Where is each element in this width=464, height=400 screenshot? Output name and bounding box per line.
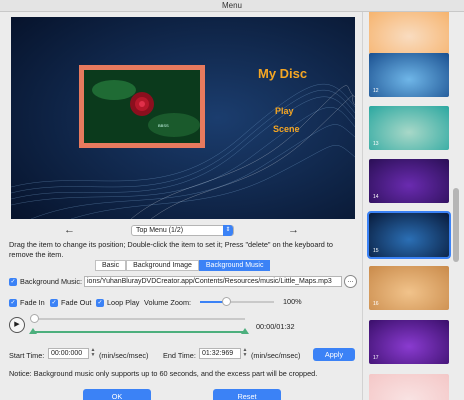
rose-image	[84, 70, 200, 143]
menu-item-play[interactable]: Play	[275, 106, 294, 116]
photo-caption: BBSS	[158, 123, 169, 128]
tab-background-music[interactable]: Background Music	[198, 260, 271, 271]
end-time-stepper[interactable]: ▲ ▼	[242, 348, 248, 359]
volume-knob[interactable]	[221, 297, 231, 306]
template-thumbnail[interactable]: 15	[367, 211, 451, 259]
template-thumbnail[interactable]: 17	[369, 320, 449, 364]
menu-preview[interactable]: BBSS My Disc Play Scene	[11, 17, 355, 219]
template-number: 13	[373, 141, 379, 147]
end-time-unit: (min/sec/msec)	[251, 351, 301, 360]
template-number: 16	[373, 301, 379, 307]
template-number: 15	[373, 248, 379, 254]
fade-in-checkbox[interactable]: ✓	[9, 298, 17, 307]
play-icon[interactable]: ▶	[9, 317, 25, 333]
menu-page-select[interactable]: Top Menu (1/2) ⇕	[131, 225, 234, 236]
title-bar: Menu	[0, 0, 464, 12]
volume-slider[interactable]	[200, 297, 274, 306]
edit-hint: Drag the item to change its position; Do…	[9, 240, 333, 259]
trim-end-handle[interactable]	[241, 328, 249, 334]
fade-in-row: ✓ Fade In	[9, 298, 45, 307]
menu-photo: BBSS	[84, 70, 200, 143]
end-time-input[interactable]: 01:32:969	[199, 348, 241, 359]
next-page-arrow-icon[interactable]: →	[288, 224, 299, 236]
template-sidebar[interactable]: 12 13 14 15 16 17	[362, 12, 464, 400]
apply-button[interactable]: Apply	[313, 348, 355, 361]
photo-frame[interactable]: BBSS	[79, 65, 205, 148]
notice-text: Notice: Background music only supports u…	[9, 369, 318, 378]
start-time-stepper[interactable]: ▲ ▼	[90, 348, 96, 359]
template-thumbnail[interactable]: 12	[369, 53, 449, 97]
trim-start-handle[interactable]	[29, 328, 37, 334]
loop-play-row: ✓ Loop Play	[96, 298, 139, 307]
fade-out-checkbox[interactable]: ✓	[50, 298, 58, 307]
select-arrow-icon: ⇕	[223, 225, 233, 236]
template-number: 12	[373, 88, 379, 94]
playback-slider[interactable]	[30, 314, 245, 323]
start-time-label: Start Time:	[9, 351, 45, 360]
menu-item-scene[interactable]: Scene	[273, 124, 300, 134]
loop-play-label: Loop Play	[107, 298, 140, 307]
main-panel: BBSS My Disc Play Scene ← Top Menu (1/2)…	[0, 12, 362, 400]
music-path-field[interactable]: ions/YuhanBlurayDVDCreator.app/Contents/…	[84, 276, 342, 287]
fade-out-row: ✓ Fade Out	[50, 298, 91, 307]
trim-range-bar[interactable]	[29, 328, 249, 334]
template-thumbnail[interactable]: 16	[369, 266, 449, 310]
volume-zoom-label: Volume Zoom:	[144, 298, 192, 307]
background-music-label: Background Music:	[20, 277, 83, 286]
ok-button[interactable]: OK	[83, 389, 151, 400]
start-time-input[interactable]: 00:00:000	[48, 348, 89, 359]
prev-page-arrow-icon[interactable]: ←	[64, 224, 75, 236]
reset-button[interactable]: Reset	[213, 389, 281, 400]
template-number: 14	[373, 194, 379, 200]
window-title: Menu	[221, 1, 242, 10]
template-number: 17	[373, 355, 379, 361]
fade-in-label: Fade In	[20, 298, 45, 307]
tab-basic[interactable]: Basic	[95, 260, 127, 271]
template-thumbnail[interactable]: 13	[369, 106, 449, 150]
volume-value: 100%	[283, 297, 302, 306]
settings-tabs: Basic Background Image Background Music	[95, 260, 271, 271]
end-time-label: End Time:	[163, 351, 196, 360]
background-music-row: ✓ Background Music:	[9, 277, 82, 286]
start-time-unit: (min/sec/msec)	[99, 351, 149, 360]
sidebar-scrollbar[interactable]	[453, 188, 459, 262]
tab-background-image[interactable]: Background Image	[126, 260, 199, 271]
template-thumbnail[interactable]	[369, 374, 449, 400]
browse-music-button[interactable]: ...	[344, 275, 357, 288]
loop-play-checkbox[interactable]: ✓	[96, 298, 104, 307]
background-music-checkbox[interactable]: ✓	[9, 277, 17, 286]
disc-title[interactable]: My Disc	[258, 66, 307, 81]
playback-time: 00:00/01:32	[256, 322, 295, 331]
fade-out-label: Fade Out	[61, 298, 92, 307]
template-thumbnail[interactable]	[369, 12, 449, 54]
menu-page-value: Top Menu (1/2)	[136, 227, 184, 234]
playback-knob[interactable]	[30, 314, 39, 323]
template-thumbnail[interactable]: 14	[369, 159, 449, 203]
